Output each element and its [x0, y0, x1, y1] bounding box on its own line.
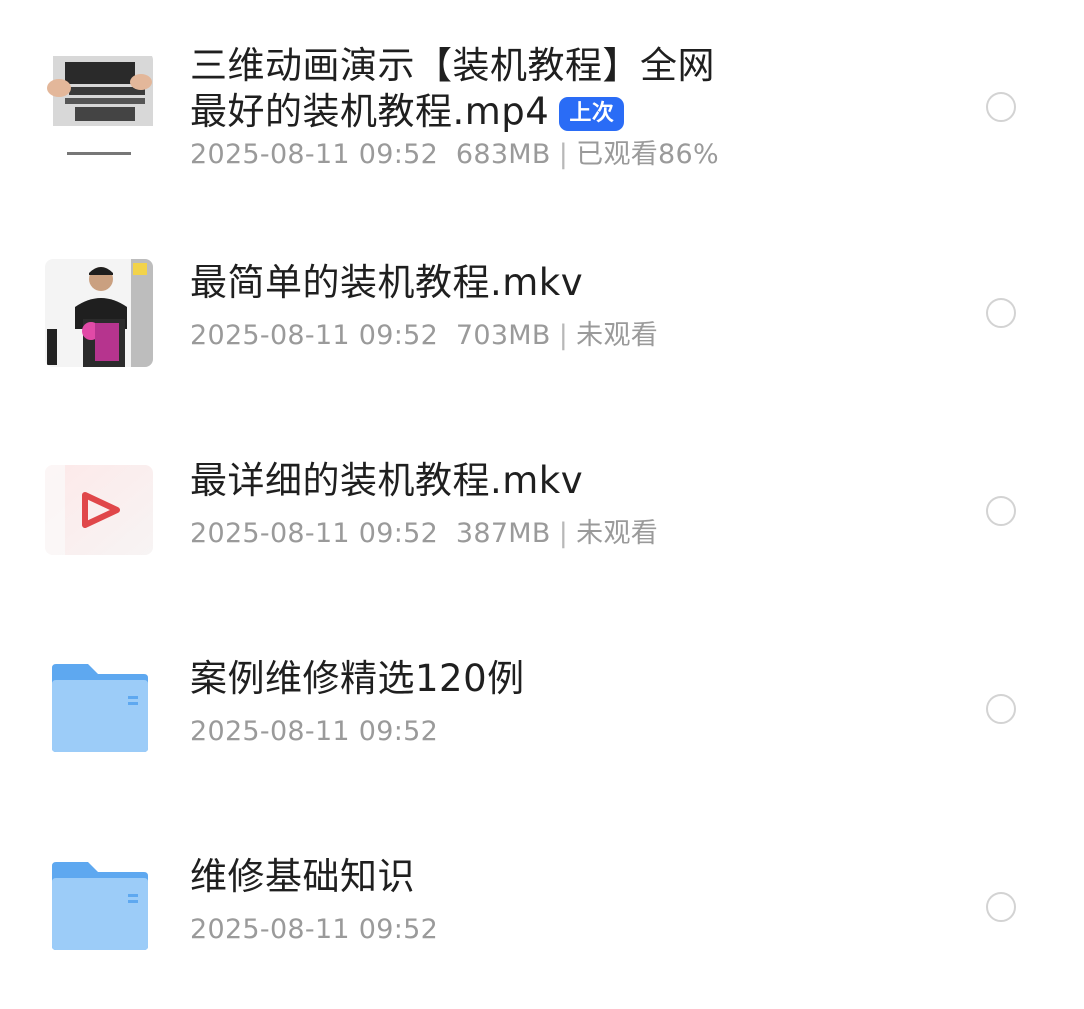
video-thumbnail [45, 259, 153, 367]
item-title: 最简单的装机教程.mkv [190, 261, 584, 304]
item-size: 387MB [455, 518, 551, 549]
play-icon [45, 465, 153, 555]
item-info: 三维动画演示【装机教程】全网 最好的装机教程.mp4 上次 2025-08-11 … [190, 43, 954, 173]
list-item[interactable]: 维修基础知识 2025-08-11 09:52 [0, 794, 1084, 992]
select-radio[interactable] [986, 694, 1016, 724]
watch-status: 未观看 [576, 320, 659, 351]
item-date: 2025-08-11 09:52 [190, 320, 439, 351]
last-viewed-badge: 上次 [559, 97, 625, 131]
item-date: 2025-08-11 09:52 [190, 914, 439, 945]
item-date: 2025-08-11 09:52 [190, 139, 439, 170]
item-meta: 2025-08-11 09:52 [190, 714, 954, 750]
item-date: 2025-08-11 09:52 [190, 716, 439, 747]
list-item[interactable]: 最简单的装机教程.mkv 2025-08-11 09:52 703MB | 未观看 [0, 200, 1084, 398]
select-radio[interactable] [986, 892, 1016, 922]
list-item[interactable]: 三维动画演示【装机教程】全网 最好的装机教程.mp4 上次 2025-08-11 … [0, 0, 1084, 200]
list-item[interactable]: 案例维修精选120例 2025-08-11 09:52 [0, 596, 1084, 794]
meta-separator: | [558, 139, 569, 170]
watch-status: 已观看86% [576, 139, 719, 170]
item-info: 维修基础知识 2025-08-11 09:52 [190, 854, 954, 948]
item-title: 案例维修精选120例 [190, 657, 525, 700]
folder-icon [48, 662, 150, 754]
item-size: 683MB [455, 139, 551, 170]
item-info: 最简单的装机教程.mkv 2025-08-11 09:52 703MB | 未观看 [190, 260, 954, 354]
item-size: 703MB [455, 320, 551, 351]
item-meta: 2025-08-11 09:52 683MB | 已观看86% [190, 137, 954, 173]
item-title: 三维动画演示【装机教程】全网 最好的装机教程.mp4 上次 [190, 43, 954, 135]
watch-status: 未观看 [576, 518, 659, 549]
item-meta: 2025-08-11 09:52 [190, 912, 954, 948]
item-info: 案例维修精选120例 2025-08-11 09:52 [190, 656, 954, 750]
file-list: 三维动画演示【装机教程】全网 最好的装机教程.mp4 上次 2025-08-11 … [0, 0, 1084, 1009]
motherboard-thumbnail-icon [45, 52, 153, 160]
item-title-line: 三维动画演示【装机教程】全网 [190, 44, 715, 87]
item-title-line: 最好的装机教程.mp4 [190, 90, 550, 133]
select-radio[interactable] [986, 496, 1016, 526]
video-thumbnail [45, 52, 153, 160]
item-title: 维修基础知识 [190, 855, 415, 898]
meta-separator: | [558, 518, 569, 549]
list-item[interactable]: 最详细的装机教程.mkv 2025-08-11 09:52 387MB | 未观看 [0, 398, 1084, 596]
folder-icon [52, 664, 148, 752]
meta-separator: | [558, 320, 569, 351]
select-radio[interactable] [986, 92, 1016, 122]
item-date: 2025-08-11 09:52 [190, 518, 439, 549]
item-title: 最详细的装机教程.mkv [190, 459, 584, 502]
item-meta: 2025-08-11 09:52 703MB | 未观看 [190, 318, 954, 354]
select-radio[interactable] [986, 298, 1016, 328]
person-thumbnail-icon [45, 259, 153, 367]
folder-icon [48, 860, 150, 952]
folder-icon [52, 862, 148, 950]
item-meta: 2025-08-11 09:52 387MB | 未观看 [190, 516, 954, 552]
item-info: 最详细的装机教程.mkv 2025-08-11 09:52 387MB | 未观看 [190, 458, 954, 552]
video-file-icon [45, 465, 153, 555]
